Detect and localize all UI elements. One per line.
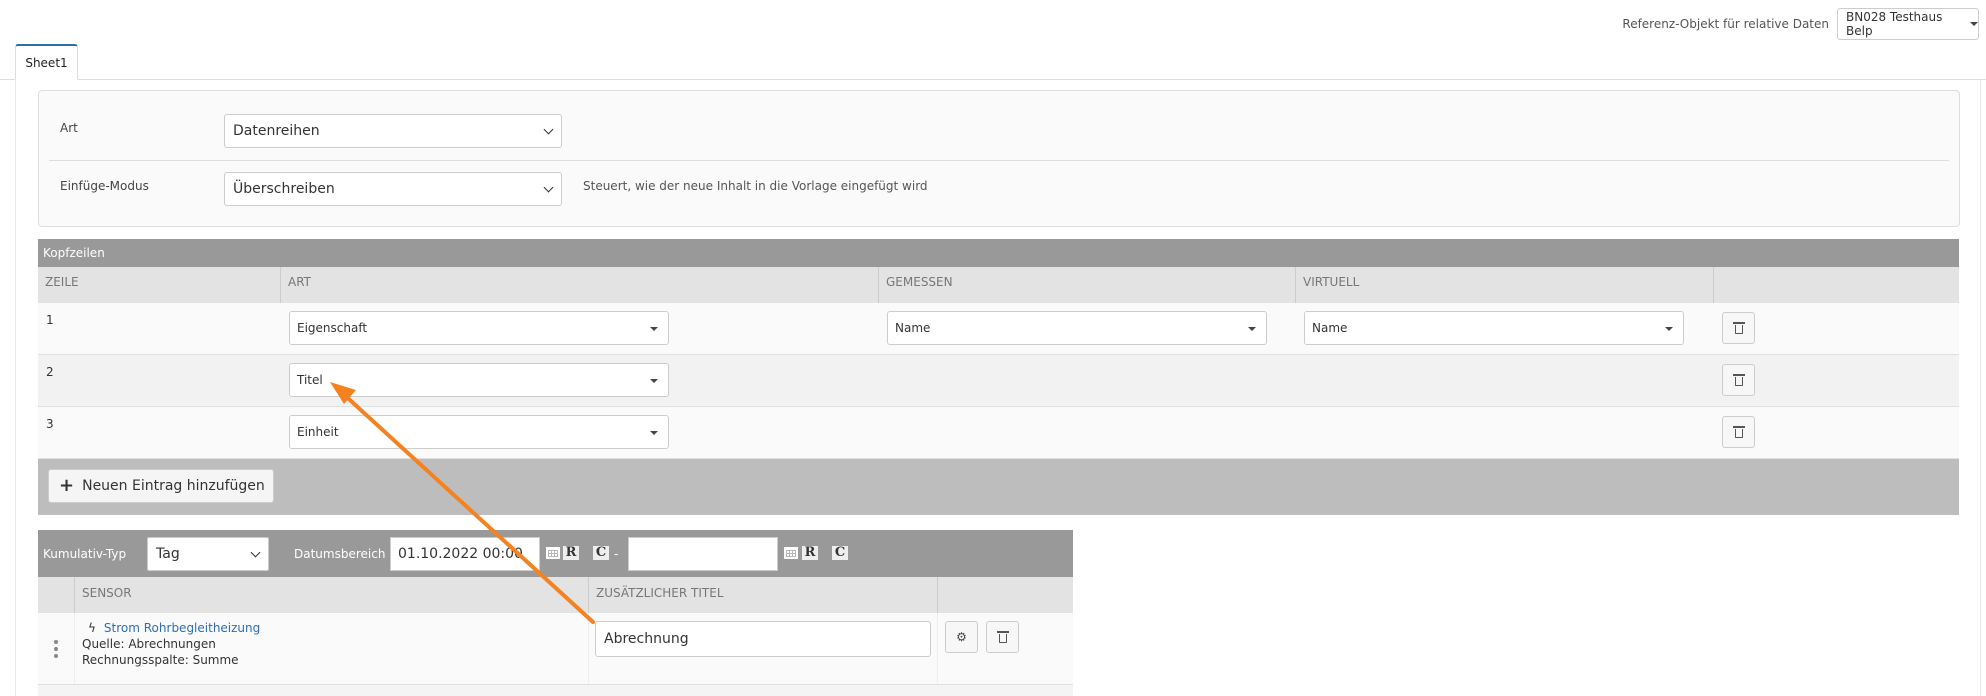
- row-number: 3: [46, 417, 54, 431]
- caret-down-icon: [1970, 22, 1978, 26]
- art-row-value: Titel: [297, 373, 323, 387]
- settings-divider: [49, 160, 1949, 161]
- settings-button[interactable]: ⚙: [945, 621, 978, 653]
- column-header-art: Art: [281, 267, 879, 303]
- add-entry-button[interactable]: + Neuen Eintrag hinzufügen: [48, 469, 274, 503]
- drag-handle[interactable]: [38, 613, 75, 684]
- table-row: 2 Titel: [38, 355, 1959, 407]
- row-number: 2: [46, 365, 54, 379]
- relative-date-icon[interactable]: R: [802, 546, 818, 560]
- kopfzeilen-title: Kopfzeilen: [38, 239, 1959, 267]
- delete-row-button[interactable]: [1722, 416, 1755, 448]
- caret-down-icon: [1248, 327, 1256, 331]
- art-select[interactable]: Datenreihen: [224, 114, 562, 148]
- table-row: 3 Einheit: [38, 407, 1959, 459]
- column-header-zusaetzlicher-titel: Zusätzlicher Titel: [589, 577, 938, 613]
- settings-panel: Art Datenreihen Einfüge-Modus Überschrei…: [38, 90, 1960, 227]
- kumulativ-select[interactable]: Tag: [147, 537, 269, 571]
- column-header-sensor: Sensor: [75, 577, 589, 613]
- chevron-down-icon: [543, 182, 554, 193]
- insert-mode-select[interactable]: Überschreiben: [224, 172, 562, 206]
- trash-icon: [996, 631, 1009, 643]
- delete-row-button[interactable]: [1722, 312, 1755, 344]
- trash-icon: [1732, 322, 1745, 334]
- sensor-billing-column: Rechnungsspalte: Summe: [82, 653, 239, 667]
- reference-object-dropdown[interactable]: BN028 Testhaus Belp: [1837, 8, 1979, 40]
- art-row-select[interactable]: Einheit: [289, 415, 669, 449]
- table-row: ϟ Strom Rohrbegleitheizung Quelle: Abrec…: [38, 613, 1073, 685]
- column-header-drag: [38, 577, 75, 613]
- kopfzeilen-footer: + Neuen Eintrag hinzufügen: [38, 459, 1959, 515]
- gemessen-select[interactable]: Name: [887, 311, 1267, 345]
- insert-mode-hint: Steuert, wie der neue Inhalt in die Vorl…: [583, 179, 928, 193]
- kopfzeilen-table: Kopfzeilen Zeile Art Gemessen Virtuell 1…: [38, 239, 1959, 515]
- gemessen-value: Name: [895, 321, 931, 335]
- calendar-icon[interactable]: [783, 546, 799, 560]
- plus-icon: +: [59, 475, 75, 496]
- art-row-value: Einheit: [297, 425, 339, 439]
- lightning-icon: ϟ: [88, 621, 96, 635]
- kumulativ-label: Kumulativ-Typ: [43, 547, 127, 561]
- sensor-table: Kumulativ-Typ Tag Datumsbereich 01.10.20…: [38, 530, 1073, 696]
- art-select-value: Datenreihen: [233, 123, 320, 139]
- insert-mode-value: Überschreiben: [233, 181, 335, 197]
- column-header-gemessen: Gemessen: [879, 267, 1296, 303]
- relative-date-icon[interactable]: R: [563, 546, 579, 560]
- sensor-toolbar: Kumulativ-Typ Tag Datumsbereich 01.10.20…: [38, 530, 1073, 577]
- caret-down-icon: [1665, 327, 1673, 331]
- sensor-link[interactable]: Strom Rohrbegleitheizung: [104, 621, 260, 635]
- trash-icon: [1732, 374, 1745, 386]
- date-from-input[interactable]: 01.10.2022 00:00: [390, 537, 540, 571]
- caret-down-icon: [650, 327, 658, 331]
- table-row: 1 Eigenschaft Name Name: [38, 303, 1959, 355]
- kopfzeilen-header: Zeile Art Gemessen Virtuell: [38, 267, 1959, 303]
- row-number: 1: [46, 313, 54, 327]
- trash-icon: [1732, 426, 1745, 438]
- column-header-actions: [938, 577, 1073, 613]
- column-header-virtuell: Virtuell: [1296, 267, 1714, 303]
- clear-date-icon[interactable]: C: [593, 546, 609, 560]
- reference-object-value: BN028 Testhaus Belp: [1846, 10, 1943, 38]
- delete-sensor-button[interactable]: [986, 621, 1019, 653]
- table-row-partial: [38, 685, 1073, 696]
- art-label: Art: [60, 121, 78, 135]
- clear-date-icon[interactable]: C: [832, 546, 848, 560]
- delete-row-button[interactable]: [1722, 364, 1755, 396]
- drag-handle-icon: [54, 639, 58, 658]
- virtuell-select[interactable]: Name: [1304, 311, 1684, 345]
- date-separator: -: [614, 547, 619, 561]
- art-row-select[interactable]: Eigenschaft: [289, 311, 669, 345]
- virtuell-value: Name: [1312, 321, 1348, 335]
- art-row-value: Eigenschaft: [297, 321, 368, 335]
- date-to-input[interactable]: [628, 537, 778, 571]
- caret-down-icon: [650, 431, 658, 435]
- kumulativ-value: Tag: [156, 546, 180, 562]
- gears-icon: ⚙: [956, 630, 967, 644]
- calendar-icon[interactable]: [545, 546, 561, 560]
- art-row-select[interactable]: Titel: [289, 363, 669, 397]
- column-header-zeile: Zeile: [38, 267, 281, 303]
- sensor-table-header: Sensor Zusätzlicher Titel: [38, 577, 1073, 613]
- insert-mode-label: Einfüge-Modus: [60, 179, 149, 193]
- tab-sheet1[interactable]: Sheet1: [15, 44, 78, 80]
- add-entry-label: Neuen Eintrag hinzufügen: [82, 478, 265, 494]
- sensor-source: Quelle: Abrechnungen: [82, 637, 216, 651]
- caret-down-icon: [650, 379, 658, 383]
- column-header-actions: [1714, 267, 1959, 303]
- datumsbereich-label: Datumsbereich: [294, 547, 386, 561]
- chevron-down-icon: [543, 124, 554, 135]
- reference-object-label: Referenz-Objekt für relative Daten: [1622, 17, 1829, 31]
- additional-title-input[interactable]: Abrechnung: [595, 621, 931, 657]
- chevron-down-icon: [250, 547, 261, 558]
